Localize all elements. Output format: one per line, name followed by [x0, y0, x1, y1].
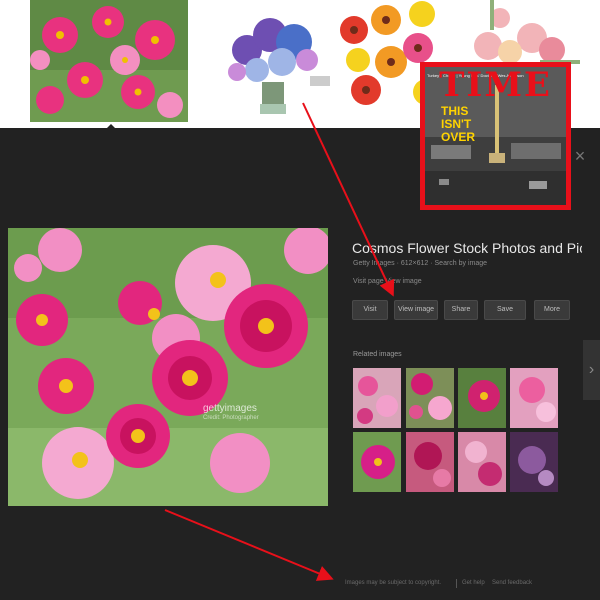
watermark-credit: Credit: Photographer: [203, 415, 259, 421]
related-image-2[interactable]: [406, 368, 454, 428]
main-preview-image[interactable]: gettyimages Credit: Photographer: [8, 228, 328, 506]
thumbnail-bouquet-vase[interactable]: [222, 0, 330, 122]
time-masthead: TIME: [439, 65, 552, 105]
next-image-chevron-icon[interactable]: ›: [583, 340, 600, 400]
get-help-link[interactable]: Get help: [462, 580, 485, 586]
related-image-4[interactable]: [510, 368, 558, 428]
share-button[interactable]: Share: [444, 300, 478, 320]
related-image-7[interactable]: [458, 432, 506, 492]
time-headline-line-1: THIS: [441, 104, 469, 118]
visit-button[interactable]: Visit: [352, 300, 388, 320]
screenshot-root: × gettyimages Credit: Photographer Cosmo…: [0, 0, 600, 600]
image-title[interactable]: Cosmos Flower Stock Photos and Pic...: [352, 240, 582, 256]
close-icon[interactable]: ×: [570, 146, 590, 166]
footer-divider: [456, 579, 457, 588]
more-button[interactable]: More: [534, 300, 570, 320]
related-image-8[interactable]: [510, 432, 558, 492]
related-image-6[interactable]: [406, 432, 454, 492]
image-meta-links[interactable]: Visit page View image: [353, 278, 422, 285]
send-feedback-link[interactable]: Send feedback: [492, 580, 532, 586]
related-images-label: Related images: [353, 351, 402, 358]
image-meta: Getty Images · 612×612 · Search by image: [353, 260, 488, 267]
time-magazine-cover: Turkey's Choice | Young Kids' Doctors | …: [420, 62, 571, 210]
related-image-3[interactable]: [458, 368, 506, 428]
save-button[interactable]: Save: [484, 300, 526, 320]
related-image-1[interactable]: [353, 368, 401, 428]
time-headline-line-3: OVER: [441, 130, 476, 144]
related-image-5[interactable]: [353, 432, 401, 492]
view-image-button[interactable]: View image: [394, 300, 438, 320]
time-headline-line-2: ISN'T: [441, 117, 472, 131]
copyright-notice: Images may be subject to copyright.: [345, 580, 442, 586]
thumbnail-cosmos-selected[interactable]: [30, 0, 188, 122]
getty-watermark: gettyimages: [203, 403, 257, 414]
